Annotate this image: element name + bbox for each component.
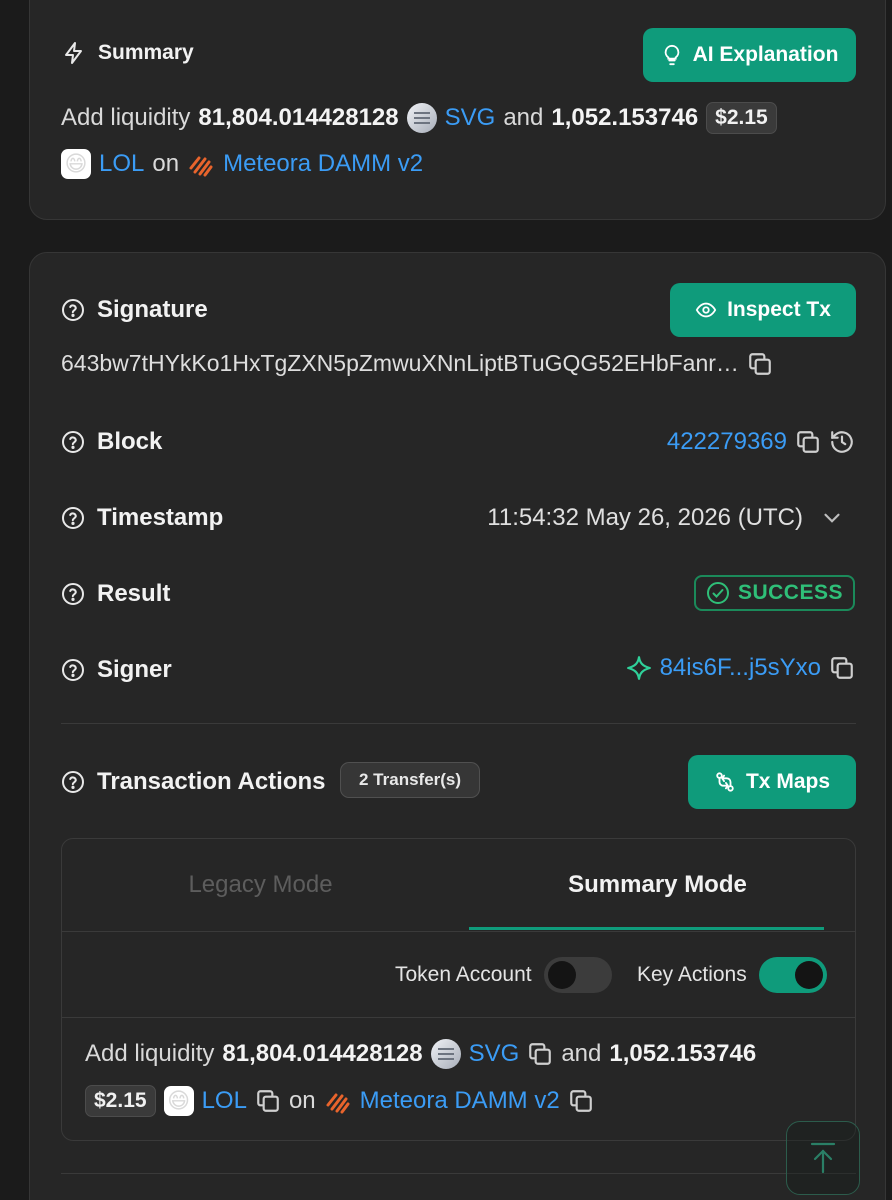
token2-link[interactable]: LOL (99, 150, 144, 178)
tab-summary-mode[interactable]: Summary Mode (459, 839, 855, 931)
timestamp-row-label: Timestamp (61, 504, 223, 532)
transaction-actions-label: Transaction Actions (97, 768, 326, 795)
svg-token-icon (406, 103, 437, 133)
result-row-label: Result (61, 580, 170, 608)
block-link[interactable]: 422279369 (667, 428, 787, 456)
copy-icon[interactable] (795, 429, 821, 455)
amount-token2: 1,052.153746 (609, 1040, 757, 1067)
lightbulb-icon (664, 44, 679, 66)
svg-token-icon (430, 1039, 461, 1069)
meteora-icon (324, 1087, 352, 1115)
summary-description-line2: 😄 LOL on Meteora DAMM v2 (61, 149, 423, 179)
result-label: Result (97, 580, 171, 607)
action-verb: Add liquidity (85, 1040, 215, 1067)
panel-divider (62, 1017, 855, 1018)
timestamp-value: 11:54:32 May 26, 2026 (UTC) (487, 504, 803, 531)
amount-token1: 81,804.014428128 (222, 1040, 423, 1067)
ai-explanation-label: AI Explanation (692, 43, 839, 66)
details-card: Signature Inspect Tx 643bw7tHYkKo1HxTgZX… (29, 252, 886, 1200)
lol-token-icon: 😄 (61, 149, 91, 179)
on-text: on (288, 1087, 316, 1114)
divider (61, 1173, 856, 1174)
signer-row-value: 84is6F...j5sYxo (626, 654, 855, 682)
timestamp-label: Timestamp (97, 504, 224, 531)
token1-link[interactable]: SVG (469, 1040, 520, 1068)
action-description-line1: Add liquidity 81,804.014428128 SVG and 1… (85, 1039, 756, 1069)
panel-divider (62, 931, 855, 932)
action-verb: Add liquidity (61, 104, 191, 131)
chevron-down-icon[interactable] (819, 505, 845, 531)
meteora-icon (187, 150, 215, 178)
transaction-actions-header: Transaction Actions (61, 768, 326, 796)
help-circle-icon[interactable] (61, 770, 85, 794)
copy-icon[interactable] (747, 351, 773, 377)
timestamp-row-value: 11:54:32 May 26, 2026 (UTC) (487, 504, 845, 532)
copy-icon[interactable] (568, 1088, 594, 1114)
result-value: SUCCESS (737, 581, 843, 604)
summary-header: Summary (62, 41, 194, 65)
help-circle-icon[interactable] (61, 658, 85, 682)
token1-link[interactable]: SVG (445, 104, 496, 132)
signature-value: 643bw7tHYkKo1HxTgZXN5pZmwuXNnLiptBTuGQG5… (61, 350, 739, 376)
conjunction: and (561, 1040, 602, 1067)
block-row-label: Block (61, 428, 162, 456)
amount-token2: 1,052.153746 (551, 104, 699, 131)
signature-label: Signature (97, 296, 208, 323)
tx-maps-label: Tx Maps (745, 770, 831, 793)
help-circle-icon[interactable] (61, 506, 85, 530)
summary-card: Summary AI Explanation Add liquidity 81,… (29, 0, 886, 220)
token-account-toggle-group: Token Account (395, 957, 612, 993)
history-icon[interactable] (829, 429, 855, 455)
transfers-count-badge: 2 Transfer(s) (340, 762, 481, 798)
scroll-to-top-button[interactable] (786, 1121, 860, 1195)
usd-badge: $2.15 (706, 102, 777, 134)
key-actions-toggle[interactable] (758, 957, 827, 993)
block-row-value: 422279369 (667, 428, 855, 456)
block-label: Block (97, 428, 163, 455)
conjunction: and (503, 104, 544, 131)
key-actions-toggle-group: Key Actions (637, 957, 827, 993)
check-circle-icon (706, 582, 729, 604)
eye-icon (695, 302, 717, 318)
copy-icon[interactable] (255, 1088, 281, 1114)
inspect-tx-button[interactable]: Inspect Tx (670, 283, 856, 337)
on-text: on (152, 150, 180, 177)
signature-row-label: Signature (61, 296, 208, 324)
transaction-actions-panel: Legacy Mode Summary Mode Token Account K… (61, 838, 856, 1141)
amount-token1: 81,804.014428128 (198, 104, 399, 131)
lightning-icon (65, 42, 82, 64)
tab-legacy-mode[interactable]: Legacy Mode (62, 839, 459, 931)
help-circle-icon[interactable] (61, 430, 85, 454)
divider (61, 723, 856, 724)
arrow-up-icon (810, 1142, 836, 1174)
ai-explanation-button[interactable]: AI Explanation (643, 28, 856, 82)
help-circle-icon[interactable] (61, 582, 85, 606)
tx-maps-button[interactable]: Tx Maps (688, 755, 856, 809)
signer-row-label: Signer (61, 656, 172, 684)
summary-title: Summary (98, 41, 194, 64)
route-icon (716, 772, 734, 792)
action-description-line2: $2.15 😄 LOL on Meteora DAMM v2 (85, 1085, 594, 1117)
key-actions-label: Key Actions (637, 963, 747, 986)
token2-link[interactable]: LOL (202, 1087, 247, 1115)
summary-description-line1: Add liquidity 81,804.014428128 SVG and 1… (61, 102, 777, 134)
copy-icon[interactable] (527, 1041, 553, 1067)
usd-badge: $2.15 (85, 1085, 156, 1117)
help-circle-icon[interactable] (61, 298, 85, 322)
token-account-toggle[interactable] (543, 957, 612, 993)
token-account-label: Token Account (395, 963, 532, 986)
signer-link[interactable]: 84is6F...j5sYxo (660, 654, 821, 682)
active-tab-indicator (469, 927, 824, 930)
signer-label: Signer (97, 656, 172, 683)
platform-link[interactable]: Meteora DAMM v2 (223, 150, 423, 178)
lol-token-icon: 😄 (163, 1086, 194, 1116)
platform-link[interactable]: Meteora DAMM v2 (360, 1087, 560, 1115)
signature-row-value: 643bw7tHYkKo1HxTgZXN5pZmwuXNnLiptBTuGQG5… (61, 350, 773, 377)
success-status-badge: SUCCESS (693, 575, 855, 611)
copy-icon[interactable] (829, 655, 855, 681)
sparkle-icon (626, 655, 652, 681)
inspect-tx-label: Inspect Tx (727, 298, 831, 321)
